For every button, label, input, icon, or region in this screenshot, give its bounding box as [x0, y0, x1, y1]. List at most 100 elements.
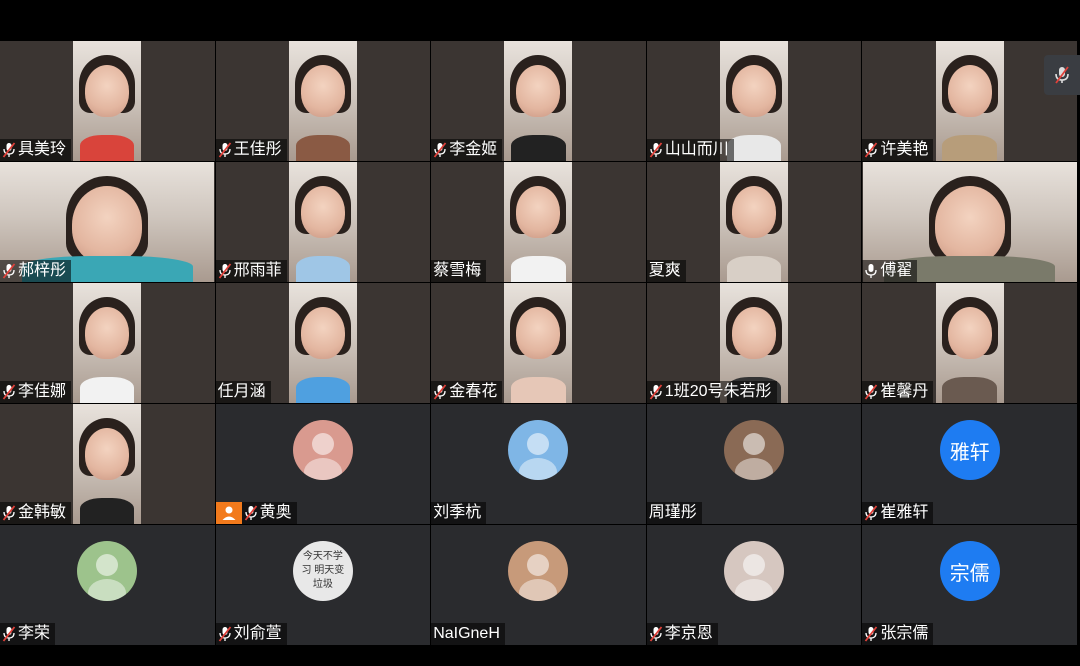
mic-muted-icon: [865, 384, 878, 400]
participant-tile[interactable]: 雅轩 崔雅轩: [862, 404, 1077, 524]
participant-name: 王佳彤: [233, 141, 282, 158]
mic-muted-icon: [2, 505, 16, 521]
participant-tile[interactable]: 具美玲: [0, 41, 215, 161]
participant-tile[interactable]: 王佳彤: [215, 41, 431, 161]
person-face: [947, 65, 992, 117]
avatar: [508, 420, 569, 480]
person-shirt: [295, 255, 351, 282]
person-face: [732, 307, 777, 359]
participant-name: 刘季杭: [433, 504, 482, 521]
avatar-photo-icon: [88, 554, 127, 601]
mic-muted-icon: [865, 142, 878, 158]
participant-name: 张宗儒: [880, 625, 929, 642]
participant-name: 李荣: [18, 625, 51, 642]
avatar: [77, 541, 138, 601]
person-shirt: [511, 376, 566, 403]
video-feed: [73, 404, 142, 524]
participant-name-tag: 黄奥: [241, 502, 297, 524]
participant-name: 蔡雪梅: [433, 262, 482, 279]
participant-name-tag: 李荣: [0, 623, 56, 645]
participant-name: 金春花: [449, 383, 498, 400]
person-face: [72, 186, 143, 264]
participant-tile[interactable]: 邢雨菲: [215, 162, 431, 282]
participant-tile[interactable]: 傅翟: [862, 162, 1077, 282]
mic-muted-icon: [1055, 66, 1069, 84]
participant-tile[interactable]: 周瑾彤: [646, 404, 862, 524]
participant-tile[interactable]: 今天不学习 明天变垃圾 刘俞萱: [215, 525, 431, 645]
participant-name-tag: 金春花: [431, 381, 503, 403]
video-feed: [288, 41, 357, 161]
person-shirt: [295, 134, 351, 161]
participant-name: 李佳娜: [18, 383, 67, 400]
video-feed: [720, 162, 789, 282]
participant-tile[interactable]: 1班20号朱若彤: [646, 283, 862, 403]
participant-name-tag: 许美艳: [862, 139, 934, 161]
participant-name: NaIGneH: [433, 625, 500, 642]
participant-tile[interactable]: 李京恩: [646, 525, 862, 645]
person-shirt: [726, 255, 782, 282]
video-feed: [73, 41, 142, 161]
participant-name-tag: 夏爽: [646, 260, 686, 282]
mic-muted-icon: [2, 263, 16, 279]
participant-name: 夏爽: [648, 262, 681, 279]
participant-grid: 具美玲 王佳彤 李金姬 山山而川 许美艳郝梓彤 邢雨菲 蔡雪梅 夏爽 傅翟李佳娜 任月涵 金春花 1班…: [0, 41, 1078, 646]
participant-name: 周瑾彤: [648, 504, 697, 521]
participant-name: 李京恩: [664, 625, 713, 642]
person-shirt: [726, 134, 782, 161]
person-shirt: [511, 255, 566, 282]
avatar: [508, 541, 569, 601]
avatar: 雅轩: [939, 420, 1000, 480]
participant-name: 金韩敏: [18, 504, 67, 521]
avatar-photo-icon: [735, 433, 774, 480]
person-face: [934, 186, 1005, 264]
video-feed: [288, 283, 357, 403]
host-icon: [215, 502, 242, 524]
participant-name: 郝梓彤: [18, 262, 67, 279]
participant-tile[interactable]: 崔馨丹: [862, 283, 1077, 403]
participant-tile[interactable]: 李荣: [0, 525, 215, 645]
participant-tile[interactable]: 金春花: [431, 283, 646, 403]
participant-tile[interactable]: 李金姬: [431, 41, 646, 161]
participant-tile[interactable]: 任月涵: [215, 283, 431, 403]
participant-tile[interactable]: 蔡雪梅: [431, 162, 646, 282]
participant-name-tag: 邢雨菲: [215, 260, 287, 282]
mic-muted-icon: [218, 263, 231, 279]
mic-muted-icon: [649, 384, 663, 400]
person-face: [300, 307, 345, 359]
mic-muted-icon: [865, 626, 878, 642]
avatar: [292, 420, 353, 480]
mute-toggle-button[interactable]: [1044, 55, 1080, 95]
participant-tile[interactable]: 宗儒 张宗儒: [862, 525, 1077, 645]
participant-name-tag: 金韩敏: [0, 502, 72, 524]
video-feed: [288, 162, 357, 282]
participant-name: 任月涵: [217, 383, 266, 400]
participant-name-tag: 刘俞萱: [215, 623, 287, 645]
participant-name-tag: 李京恩: [646, 623, 718, 645]
participant-tile[interactable]: 山山而川: [646, 41, 862, 161]
avatar: [724, 420, 785, 480]
participant-name-tag: 崔馨丹: [862, 381, 934, 403]
participant-name: 具美玲: [18, 141, 67, 158]
person-face: [85, 428, 130, 480]
mic-muted-icon: [649, 142, 663, 158]
participant-tile[interactable]: 金韩敏: [0, 404, 215, 524]
person-shirt: [511, 134, 566, 161]
participant-name-tag: 刘季杭: [431, 502, 487, 524]
participant-tile[interactable]: 黄奥: [215, 404, 431, 524]
person-shirt: [80, 497, 135, 524]
participant-name-tag: 蔡雪梅: [431, 260, 487, 282]
participant-tile[interactable]: 夏爽: [646, 162, 862, 282]
participant-name-tag: 周瑾彤: [646, 502, 702, 524]
participant-tile[interactable]: 郝梓彤: [0, 162, 215, 282]
participant-name-tag: 1班20号朱若彤: [646, 381, 777, 403]
participant-name: 黄奥: [259, 504, 292, 521]
person-shirt: [942, 134, 997, 161]
participant-name: 李金姬: [449, 141, 498, 158]
participant-tile[interactable]: 刘季杭: [431, 404, 646, 524]
mic-muted-icon: [2, 142, 16, 158]
participant-tile[interactable]: NaIGneH: [431, 525, 646, 645]
participant-name-tag: 郝梓彤: [0, 260, 72, 282]
participant-tile[interactable]: 李佳娜: [0, 283, 215, 403]
video-feed: [504, 283, 573, 403]
person-face: [516, 186, 561, 238]
